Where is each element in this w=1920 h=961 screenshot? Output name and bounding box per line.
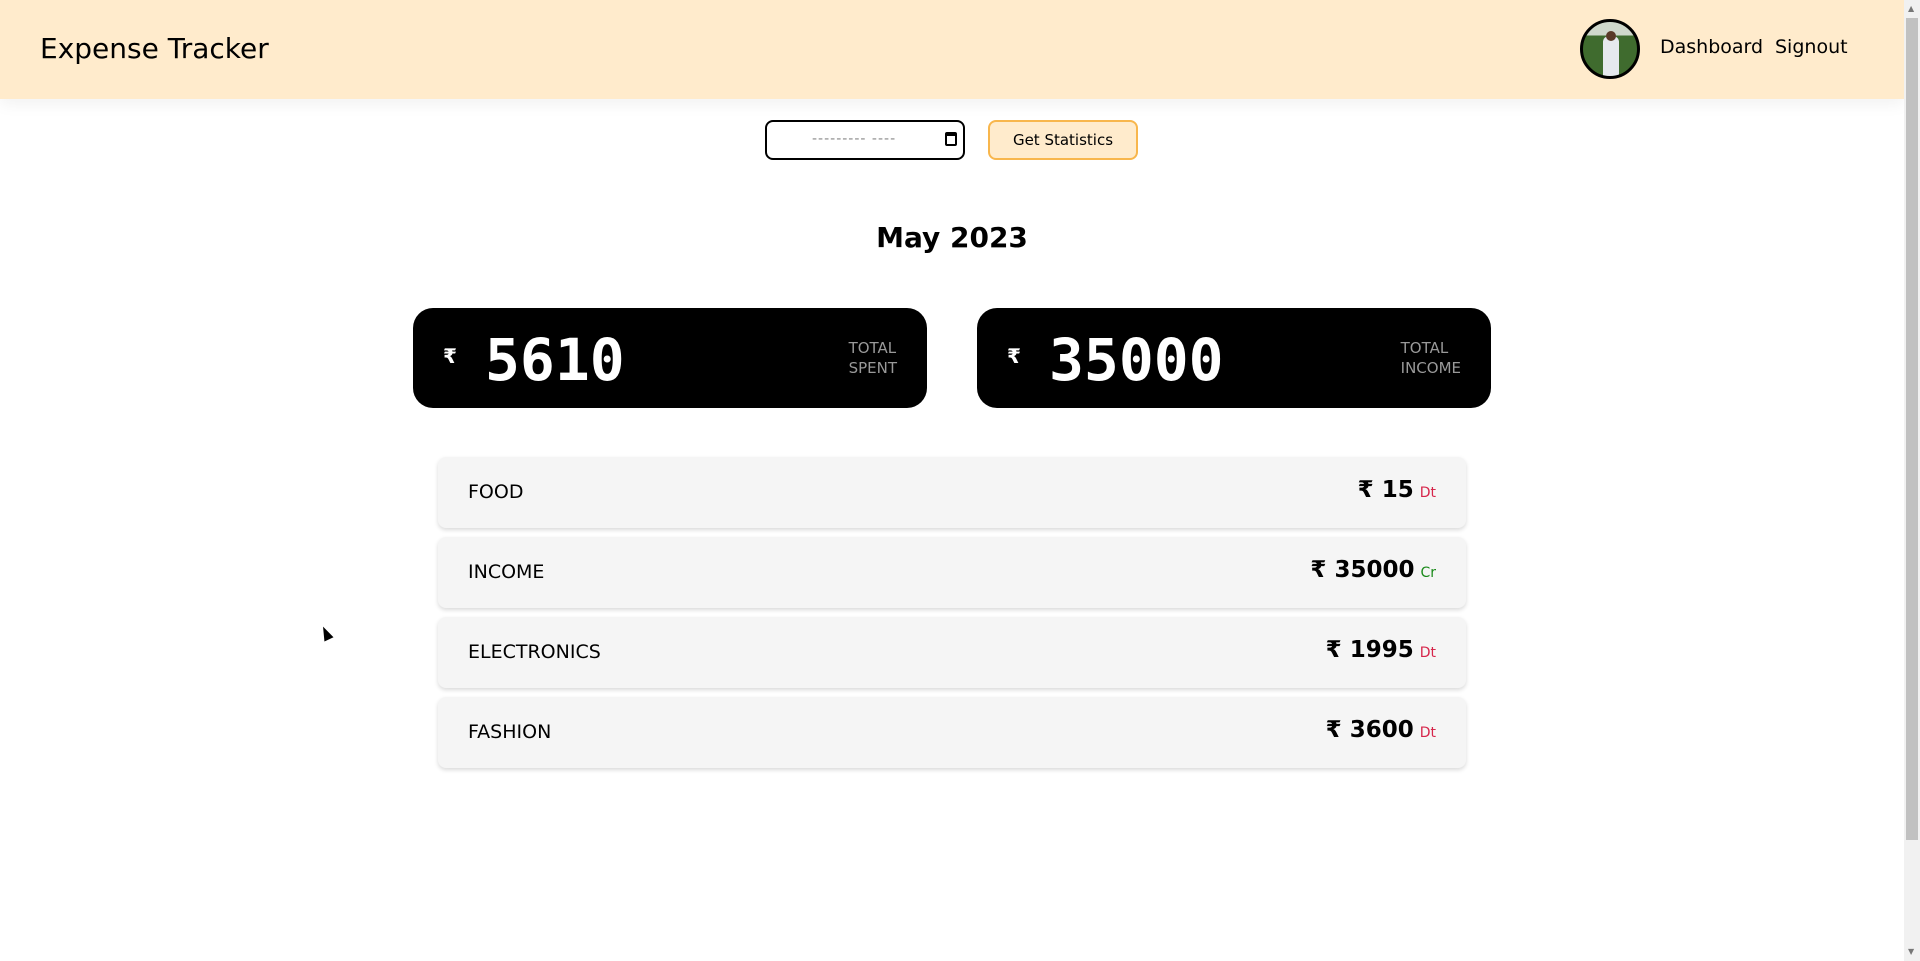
category-amount: ₹ 35000 Cr [1310,557,1436,583]
category-row[interactable]: ELECTRONICS ₹ 1995 Dt [438,617,1466,688]
month-heading: May 2023 [876,221,1028,254]
total-income-value: 35000 [1049,326,1224,394]
rupee-icon: ₹ [1007,344,1021,368]
calendar-icon[interactable] [945,132,957,146]
category-name: FOOD [468,481,524,503]
category-amount: ₹ 15 Dt [1357,477,1436,503]
scrollbar[interactable]: ▲ ▼ [1904,0,1920,961]
header: Expense Tracker Dashboard Signout [0,0,1904,99]
total-spent-card: ₹ 5610 TOTAL SPENT [413,308,927,408]
scroll-down-icon[interactable]: ▼ [1908,947,1914,956]
total-income-card: ₹ 35000 TOTAL INCOME [977,308,1491,408]
category-name: ELECTRONICS [468,641,601,663]
total-income-label: TOTAL INCOME [1400,339,1461,377]
credit-badge: Cr [1420,565,1436,581]
debit-badge: Dt [1419,725,1436,741]
category-name: INCOME [468,561,545,583]
total-spent-label: TOTAL SPENT [848,339,897,377]
scrollbar-thumb[interactable] [1906,18,1918,840]
app-title: Expense Tracker [40,32,269,65]
category-amount: ₹ 3600 Dt [1325,717,1436,743]
month-input[interactable]: --------- ---- [765,120,965,160]
category-row[interactable]: FOOD ₹ 15 Dt [438,457,1466,528]
nav-signout[interactable]: Signout [1775,36,1848,58]
get-statistics-button[interactable]: Get Statistics [988,120,1138,160]
category-row[interactable]: INCOME ₹ 35000 Cr [438,537,1466,608]
avatar[interactable] [1580,19,1640,79]
category-amount: ₹ 1995 Dt [1325,637,1436,663]
debit-badge: Dt [1419,645,1436,661]
debit-badge: Dt [1419,485,1436,501]
mouse-cursor-icon [318,624,334,642]
rupee-icon: ₹ [443,344,457,368]
total-spent-value: 5610 [485,326,625,394]
category-name: FASHION [468,721,552,743]
category-row[interactable]: FASHION ₹ 3600 Dt [438,697,1466,768]
nav-dashboard[interactable]: Dashboard [1660,36,1763,58]
scroll-up-icon[interactable]: ▲ [1908,4,1914,13]
date-placeholder: --------- ---- [812,131,897,147]
